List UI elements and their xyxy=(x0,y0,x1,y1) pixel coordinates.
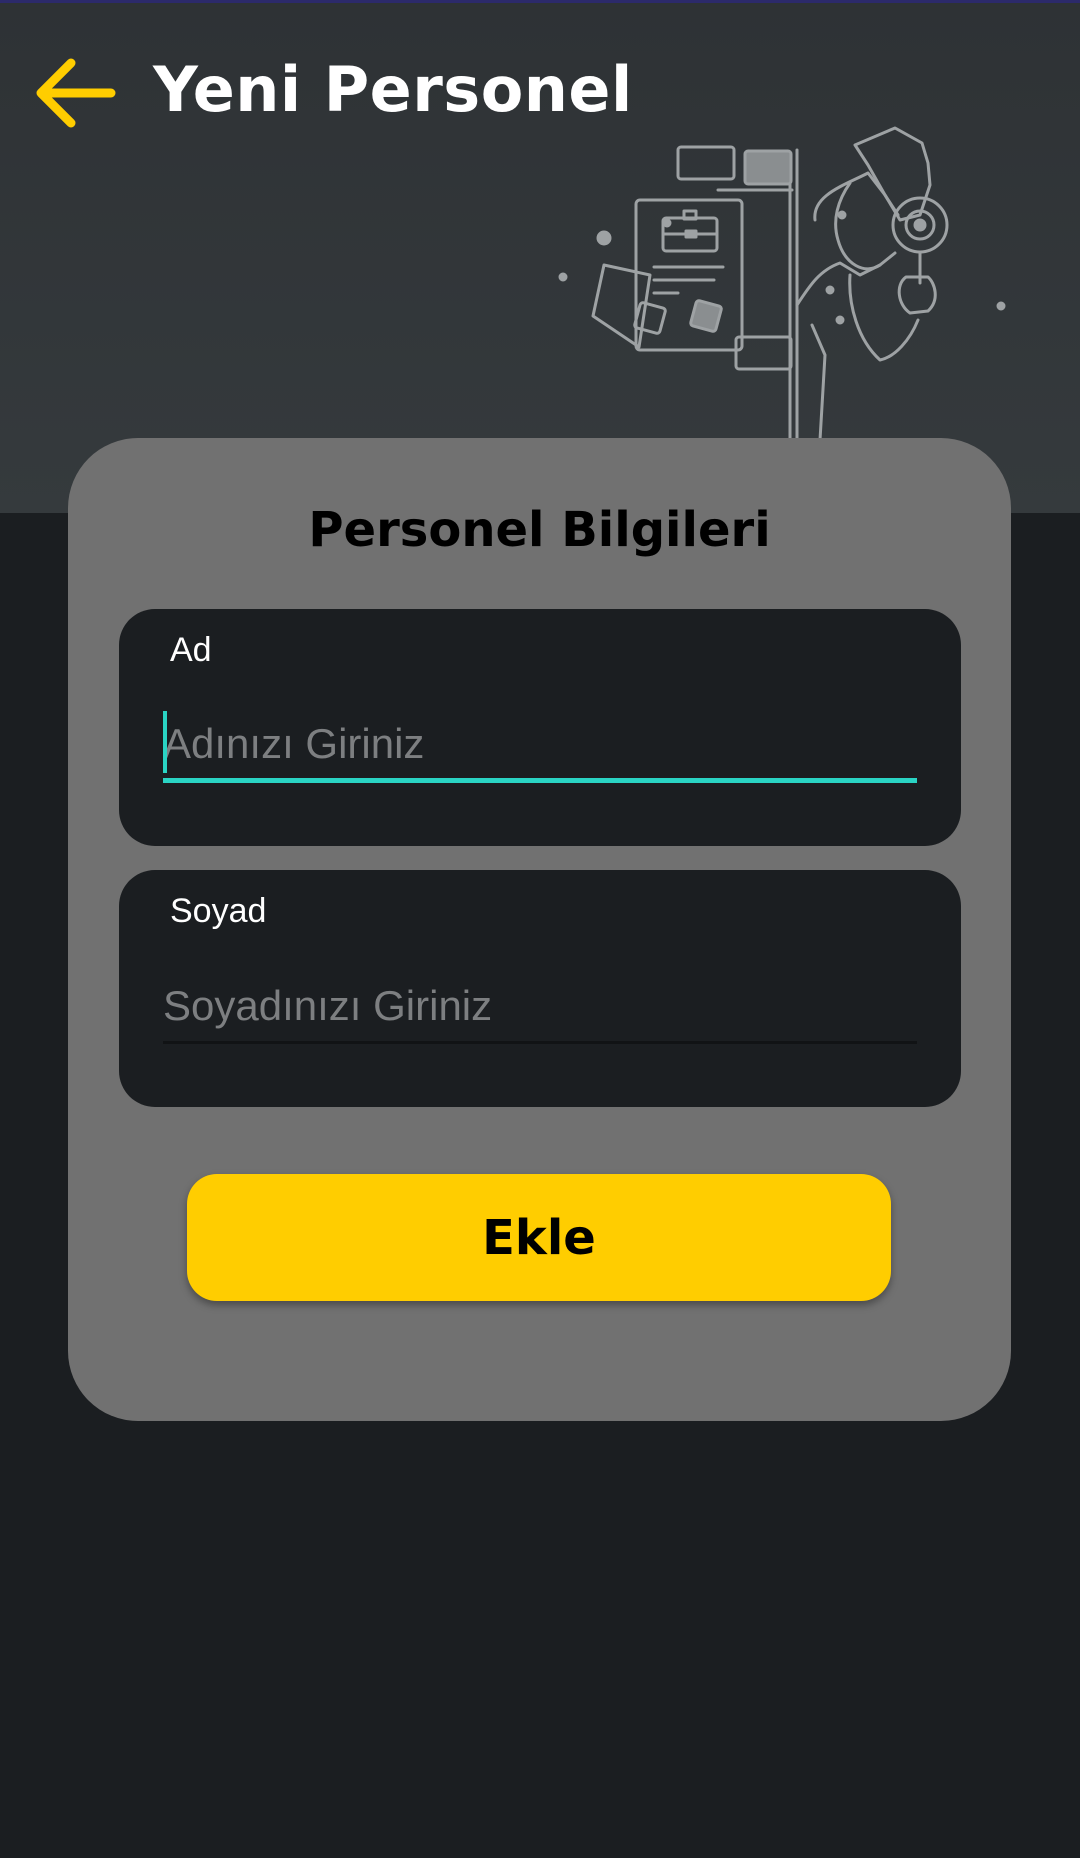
page-title: Yeni Personel xyxy=(153,53,633,126)
personnel-form-card: Personel Bilgileri Ad Soyad Ekle xyxy=(68,438,1011,1421)
detective-illustration xyxy=(558,126,1006,440)
back-button[interactable] xyxy=(30,48,120,138)
text-cursor xyxy=(163,711,167,773)
first-name-input[interactable] xyxy=(163,709,917,783)
last-name-label: Soyad xyxy=(170,892,267,930)
card-title: Personel Bilgileri xyxy=(308,502,771,558)
arrow-left-icon xyxy=(36,58,116,128)
first-name-field: Ad xyxy=(119,609,961,846)
last-name-field: Soyad xyxy=(119,870,961,1107)
add-button[interactable]: Ekle xyxy=(187,1174,891,1301)
status-bar-border xyxy=(0,0,1080,3)
first-name-label: Ad xyxy=(170,631,212,669)
last-name-input[interactable] xyxy=(163,970,917,1044)
